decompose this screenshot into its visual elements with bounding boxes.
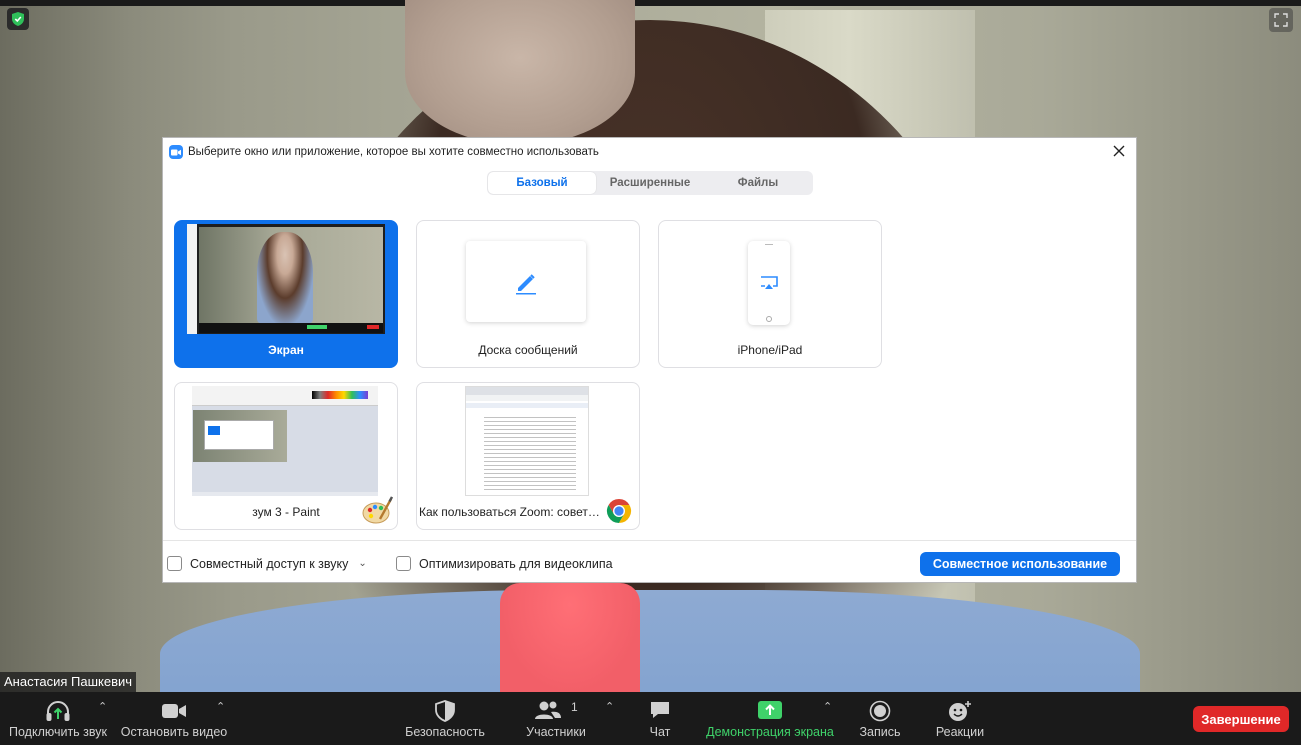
paint-palette-icon <box>361 495 394 527</box>
chat-button[interactable]: Чат <box>630 692 690 745</box>
share-tile-iphone-ipad[interactable]: iPhone/iPad <box>658 220 882 368</box>
join-audio-button[interactable]: Подключить звук <box>6 692 110 745</box>
share-tile-whiteboard[interactable]: Доска сообщений <box>416 220 640 368</box>
participants-button[interactable]: 1 Участники <box>516 692 596 745</box>
chrome-doc-text <box>484 417 576 493</box>
record-icon <box>869 700 891 722</box>
video-person-top <box>500 583 640 692</box>
dialog-footer: Совместный доступ к звуку ⌄ Оптимизирова… <box>163 540 1136 582</box>
tile-label-chrome: Как пользоваться Zoom: советы... <box>419 505 605 519</box>
ipad-card <box>748 241 790 325</box>
paint-bottom-bar <box>192 492 378 496</box>
thumb-end-red <box>367 325 379 329</box>
join-audio-label: Подключить звук <box>9 725 107 739</box>
record-button[interactable]: Запись <box>850 692 910 745</box>
zoom-logo-icon <box>169 145 183 159</box>
video-camera-icon <box>162 704 186 718</box>
share-screen-icon <box>758 701 782 719</box>
thumb-toolbar <box>199 323 383 333</box>
participants-label: Участники <box>526 725 586 739</box>
participant-name-tag: Анастасия Пашкевич <box>0 672 137 692</box>
end-meeting-button[interactable]: Завершение <box>1193 706 1289 732</box>
ipad-home-button <box>766 316 772 322</box>
security-shield-icon <box>435 700 455 722</box>
share-audio-checkbox[interactable] <box>167 556 182 571</box>
optimize-video-option[interactable]: Оптимизировать для видеоклипа <box>396 556 613 571</box>
tab-files[interactable]: Файлы <box>704 172 812 194</box>
thumb-person <box>257 232 313 323</box>
stop-video-button[interactable]: Остановить видео <box>120 692 228 745</box>
paint-thumbnail <box>192 386 378 496</box>
video-top-strip <box>0 0 1301 6</box>
tile-label-screen: Экран <box>268 343 304 357</box>
share-screen-dialog: Выберите окно или приложение, которое вы… <box>162 137 1137 583</box>
share-tile-paint[interactable]: зум 3 - Paint <box>174 382 398 530</box>
security-button[interactable]: Безопасность <box>400 692 490 745</box>
tile-label-whiteboard: Доска сообщений <box>478 343 578 357</box>
optimize-video-checkbox[interactable] <box>396 556 411 571</box>
participants-icon <box>535 701 561 719</box>
chrome-icon <box>603 495 635 527</box>
share-button[interactable]: Совместное использование <box>920 552 1120 576</box>
reactions-label: Реакции <box>935 725 985 739</box>
whiteboard-card <box>466 241 586 322</box>
audio-options-caret-icon[interactable]: ⌃ <box>98 700 107 713</box>
share-tile-screen[interactable]: Экран <box>174 220 398 368</box>
security-label: Безопасность <box>405 725 485 739</box>
airplay-icon <box>761 276 778 289</box>
thumb-left-toolbar <box>187 224 197 334</box>
chrome-urlbar <box>466 395 588 401</box>
share-screen-label: Демонстрация экрана <box>706 725 834 739</box>
screen-thumbnail <box>187 224 385 334</box>
paint-palette <box>312 391 368 399</box>
video-options-caret-icon[interactable]: ⌃ <box>216 700 225 713</box>
reactions-emoji-icon <box>949 701 971 721</box>
encryption-shield-icon[interactable] <box>7 8 29 30</box>
share-options-caret-icon[interactable]: ⌃ <box>823 700 832 713</box>
dialog-titlebar: Выберите окно или приложение, которое вы… <box>169 144 599 160</box>
share-audio-label: Совместный доступ к звуку <box>190 556 349 571</box>
reactions-button[interactable]: Реакции <box>930 692 990 745</box>
chrome-doc-toolbar <box>466 403 588 408</box>
chrome-tabbar <box>466 387 588 395</box>
chevron-down-icon[interactable]: ⌄ <box>358 558 366 569</box>
chrome-thumbnail <box>465 386 589 496</box>
tab-basic[interactable]: Базовый <box>488 172 596 194</box>
share-tabs: Базовый Расширенные Файлы <box>487 171 813 195</box>
paint-inner-dialog <box>204 420 274 450</box>
fullscreen-icon[interactable] <box>1269 8 1293 32</box>
participants-count: 1 <box>571 700 578 714</box>
tab-advanced[interactable]: Расширенные <box>596 172 704 194</box>
optimize-video-label: Оптимизировать для видеоклипа <box>419 556 613 571</box>
video-person-face <box>405 0 635 145</box>
share-tile-chrome[interactable]: Как пользоваться Zoom: советы... <box>416 382 640 530</box>
share-audio-option[interactable]: Совместный доступ к звуку ⌄ <box>167 556 367 571</box>
close-icon[interactable] <box>1110 142 1128 160</box>
tile-label-iphone-ipad: iPhone/iPad <box>737 343 803 357</box>
meeting-toolbar: Подключить звук ⌃ Остановить видео ⌃ Без… <box>0 692 1301 745</box>
thumb-share-green <box>307 325 327 329</box>
ipad-camera <box>765 244 773 245</box>
video-person-shirt <box>160 590 1140 692</box>
pencil-icon <box>516 273 536 294</box>
record-label: Запись <box>859 725 901 739</box>
chat-label: Чат <box>649 725 671 739</box>
paint-inner-tile <box>208 426 220 435</box>
dialog-title: Выберите окно или приложение, которое вы… <box>188 146 599 158</box>
share-screen-button[interactable]: Демонстрация экрана <box>704 692 836 745</box>
headphones-icon <box>46 701 70 721</box>
participants-options-caret-icon[interactable]: ⌃ <box>605 700 614 713</box>
chat-bubble-icon <box>651 702 669 718</box>
stop-video-label: Остановить видео <box>120 725 228 739</box>
